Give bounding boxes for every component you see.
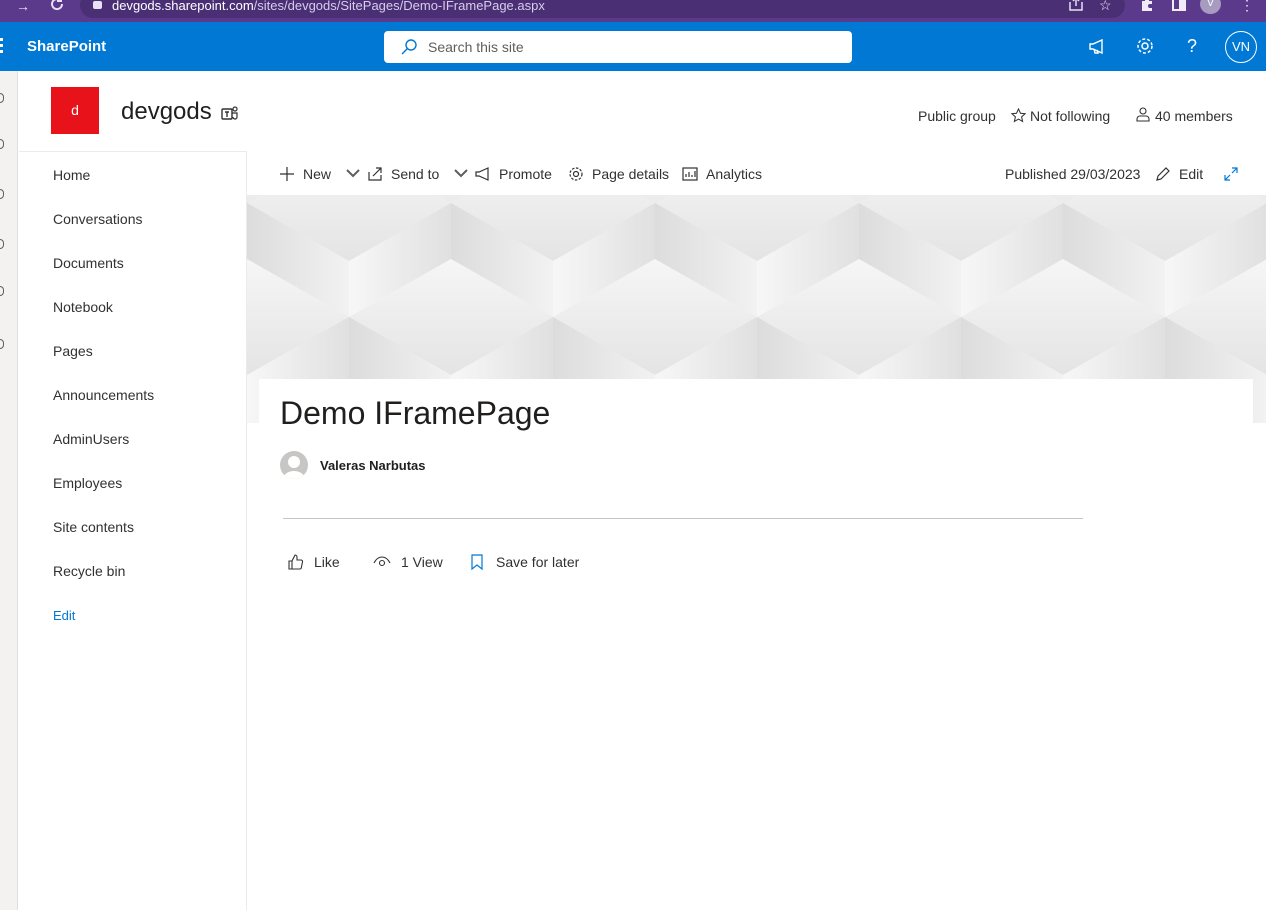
rail-lists-icon[interactable]: [0, 286, 4, 296]
search-icon: [401, 39, 417, 55]
svg-text:?: ?: [1187, 36, 1197, 56]
nav-item-announcements[interactable]: Announcements: [53, 387, 154, 403]
rail-news-icon[interactable]: [0, 239, 4, 249]
more-menu-icon[interactable]: ⋮: [1240, 0, 1254, 12]
send-icon: [368, 167, 382, 181]
like-button[interactable]: Like: [286, 553, 340, 571]
views-count: 1 View: [373, 553, 443, 571]
page-title: Demo IFramePage: [280, 395, 551, 431]
app-rail: [0, 71, 18, 910]
nav-edit-link[interactable]: Edit: [53, 608, 75, 623]
expand-button[interactable]: [1223, 164, 1239, 184]
nav-item-site-contents[interactable]: Site contents: [53, 519, 134, 535]
page-details-button[interactable]: Page details: [568, 164, 669, 184]
published-label: Published 29/03/2023: [1005, 166, 1141, 182]
site-search-box[interactable]: Search this site: [384, 31, 852, 63]
edit-label: Edit: [1179, 166, 1204, 182]
rail-home-icon[interactable]: [0, 93, 4, 103]
profile-avatar[interactable]: V: [1200, 0, 1221, 14]
follow-button[interactable]: Not following: [1030, 108, 1110, 124]
edit-page-button[interactable]: Edit: [1155, 164, 1203, 184]
eye-icon: [373, 556, 391, 567]
rail-globe-icon[interactable]: [0, 139, 4, 149]
help-icon[interactable]: ?: [1181, 35, 1203, 57]
group-privacy: Public group: [918, 108, 996, 124]
gear-icon: [569, 167, 583, 181]
lock-icon: [93, 1, 102, 9]
person-icon: [1136, 107, 1150, 122]
analytics-button[interactable]: Analytics: [682, 164, 762, 184]
megaphone-icon: [475, 167, 489, 181]
browser-toolbar: → devgods.sharepoint.com/sites/devgods/S…: [0, 0, 1266, 22]
views-label: 1 View: [401, 554, 443, 570]
extensions-icon[interactable]: [1139, 0, 1155, 12]
url-text[interactable]: devgods.sharepoint.com/sites/devgods/Sit…: [112, 0, 545, 12]
nav-item-adminusers[interactable]: AdminUsers: [53, 431, 129, 447]
chevron-down-icon: [454, 169, 468, 178]
sharepoint-brand[interactable]: SharePoint: [27, 38, 106, 55]
new-label: New: [303, 166, 332, 182]
promote-button[interactable]: Promote: [475, 164, 552, 184]
rail-create-icon[interactable]: [0, 339, 4, 349]
teams-icon[interactable]: [221, 105, 239, 121]
suite-bar: SharePoint Search this site ? VN: [0, 22, 1266, 71]
side-panel-icon[interactable]: [1171, 0, 1187, 12]
send-to-button[interactable]: Send to: [367, 164, 469, 184]
expand-icon: [1224, 167, 1238, 181]
share-icon[interactable]: [1068, 0, 1084, 12]
nav-item-home[interactable]: Home: [53, 167, 90, 183]
analytics-icon: [682, 167, 698, 181]
reload-icon[interactable]: [49, 0, 65, 12]
published-date: Published 29/03/2023: [1005, 164, 1140, 184]
nav-item-notebook[interactable]: Notebook: [53, 299, 113, 315]
gear-icon[interactable]: [1134, 35, 1156, 57]
nav-item-conversations[interactable]: Conversations: [53, 211, 143, 227]
save-label: Save for later: [496, 554, 580, 570]
star-icon[interactable]: [1011, 108, 1026, 123]
plus-icon: [280, 167, 294, 181]
nav-item-pages[interactable]: Pages: [53, 343, 93, 359]
promote-label: Promote: [499, 166, 552, 182]
like-label: Like: [314, 554, 340, 570]
site-navigation: Home Conversations Documents Notebook Pa…: [19, 151, 247, 910]
site-logo[interactable]: d: [51, 87, 99, 134]
bookmark-icon: [471, 554, 483, 571]
new-button[interactable]: New: [279, 164, 361, 184]
megaphone-icon[interactable]: [1087, 35, 1109, 57]
author-avatar[interactable]: [280, 451, 308, 479]
like-icon: [288, 554, 304, 570]
bookmark-star-icon[interactable]: ☆: [1099, 0, 1112, 12]
content-divider: [283, 518, 1083, 519]
rail-files-icon[interactable]: [0, 189, 4, 199]
members-count[interactable]: 40 members: [1155, 108, 1233, 124]
site-title[interactable]: devgods: [121, 98, 212, 126]
page-details-label: Page details: [592, 166, 670, 182]
chevron-down-icon: [346, 169, 360, 178]
nav-item-documents[interactable]: Documents: [53, 255, 124, 271]
pencil-icon: [1156, 167, 1170, 181]
user-avatar[interactable]: VN: [1225, 31, 1257, 63]
analytics-label: Analytics: [706, 166, 763, 182]
nav-item-recycle-bin[interactable]: Recycle bin: [53, 563, 125, 579]
send-to-label: Send to: [391, 166, 440, 182]
forward-icon[interactable]: →: [16, 0, 30, 14]
person-icon: [283, 456, 305, 479]
nav-item-employees[interactable]: Employees: [53, 475, 122, 491]
app-launcher-icon[interactable]: [0, 38, 4, 54]
search-placeholder: Search this site: [428, 39, 524, 55]
author-name[interactable]: Valeras Narbutas: [320, 458, 426, 473]
save-for-later-button[interactable]: Save for later: [468, 553, 579, 571]
